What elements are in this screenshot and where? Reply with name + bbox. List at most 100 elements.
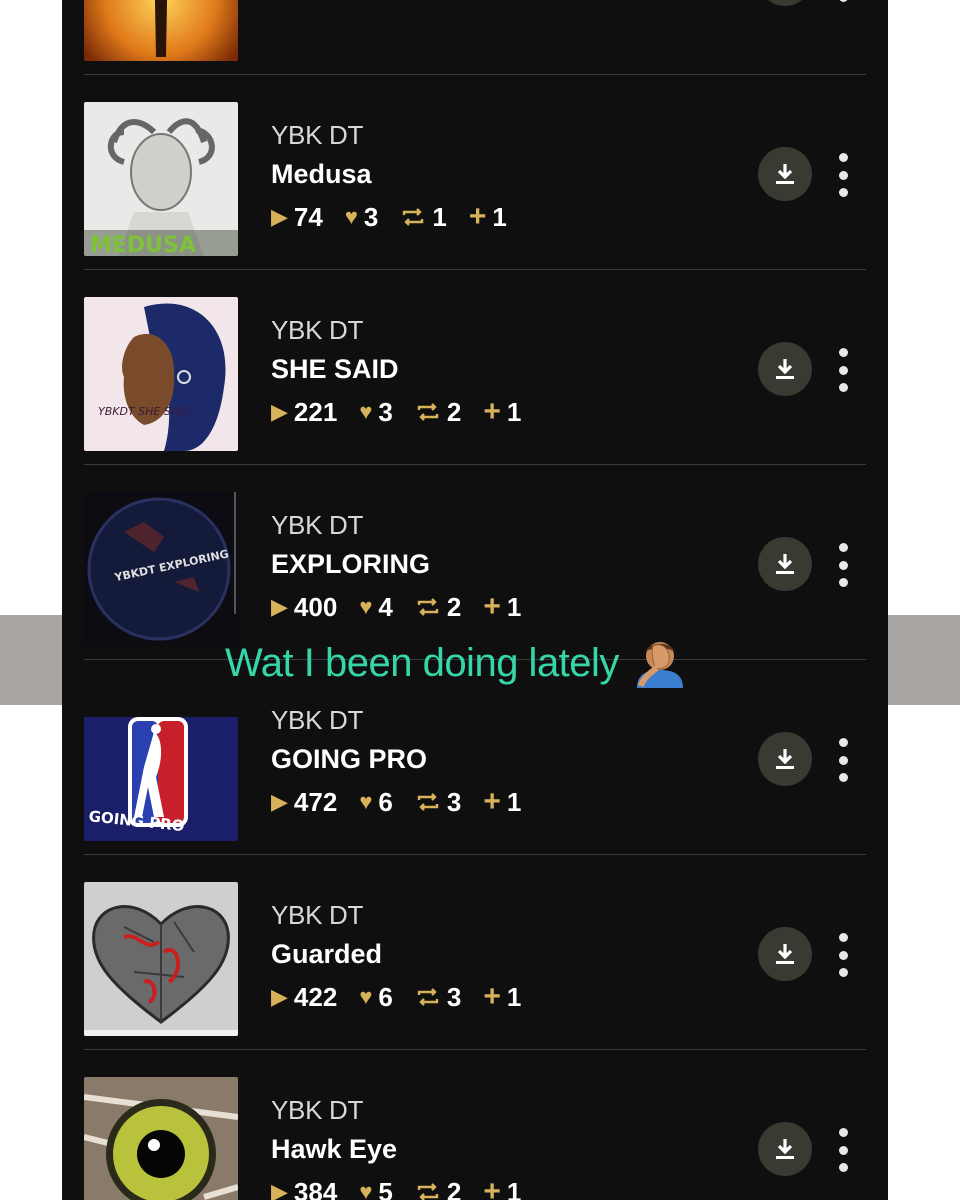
more-dot bbox=[838, 1128, 848, 1137]
track-row[interactable]: YBKDT EXPLORING YBK DT EXPLORING ▶ 400 ♥ 4… bbox=[84, 465, 866, 660]
download-icon bbox=[776, 164, 794, 184]
track-row[interactable]: ▶19 ♥2 +1 bbox=[84, 0, 866, 75]
repost-count: 2 bbox=[415, 1177, 461, 1200]
more-dot bbox=[838, 0, 848, 2]
track-title[interactable]: EXPLORING bbox=[271, 549, 543, 580]
play-count: ▶ 422 bbox=[271, 981, 338, 1012]
download-icon bbox=[776, 359, 794, 379]
track-artwork[interactable] bbox=[84, 882, 238, 1036]
track-row[interactable]: YBKDT SHE SAID YBK DT SHE SAID ▶ 221 ♥ 3 2… bbox=[84, 270, 866, 465]
more-dot bbox=[838, 968, 848, 977]
repost-icon bbox=[415, 403, 441, 421]
track-title[interactable]: Guarded bbox=[271, 939, 543, 970]
track-artist: YBK DT bbox=[271, 1095, 364, 1125]
more-dot bbox=[838, 383, 848, 392]
track-title[interactable]: GOING PRO bbox=[271, 744, 543, 775]
repost-count: 1 bbox=[400, 202, 447, 233]
heart-icon: ♥ bbox=[359, 594, 373, 619]
track-row[interactable]: YBK DT Hawk Eye ▶ 384 ♥ 5 2 +1 bbox=[84, 1050, 866, 1200]
add-count: +1 bbox=[483, 1175, 521, 1200]
track-artwork[interactable]: MEDUSA bbox=[84, 102, 238, 256]
play-count: ▶ 472 bbox=[271, 786, 338, 817]
track-title[interactable]: Medusa bbox=[271, 159, 529, 190]
caption-text: Wat I been doing lately bbox=[225, 640, 619, 685]
more-dot bbox=[838, 578, 848, 587]
more-dot bbox=[838, 950, 848, 960]
more-options-button[interactable] bbox=[836, 0, 850, 2]
add-count: +1 bbox=[483, 590, 522, 623]
track-artwork[interactable] bbox=[84, 0, 238, 61]
download-button[interactable] bbox=[758, 1122, 812, 1176]
more-dot bbox=[838, 543, 848, 552]
she-said-art: YBKDT SHE SAID bbox=[84, 297, 238, 451]
track-artwork[interactable] bbox=[84, 1077, 238, 1200]
track-title[interactable]: Hawk Eye bbox=[271, 1134, 543, 1165]
track-row[interactable]: YBK DT Guarded ▶ 422 ♥ 6 3 +1 bbox=[84, 855, 866, 1050]
hawk-eye-art bbox=[84, 1077, 238, 1200]
play-count: ▶ 221 bbox=[271, 396, 338, 427]
download-button[interactable] bbox=[758, 147, 812, 201]
more-dot bbox=[838, 738, 848, 747]
track-artwork[interactable]: YBKDT EXPLORING bbox=[84, 492, 238, 646]
like-count: ♥ 6 bbox=[359, 786, 393, 817]
like-count: ♥ 3 bbox=[344, 201, 379, 232]
track-title[interactable]: SHE SAID bbox=[271, 354, 543, 385]
track-row[interactable]: MEDUSA YBK DT Medusa ▶ 74 ♥ 3 1 +1 bbox=[84, 75, 866, 270]
play-count: ▶ 384 bbox=[271, 1177, 337, 1200]
track-list: ▶19 ♥2 +1 MEDUSA YBK D bbox=[62, 0, 888, 1200]
download-icon bbox=[776, 1139, 794, 1159]
more-dot bbox=[838, 365, 848, 375]
download-button[interactable] bbox=[758, 927, 812, 981]
more-options-button[interactable] bbox=[836, 738, 850, 782]
art-text: YBKDT SHE SAID bbox=[98, 405, 190, 418]
play-icon: ▶ bbox=[271, 789, 288, 814]
heart-icon: ♥ bbox=[359, 399, 373, 424]
play-icon: ▶ bbox=[271, 204, 288, 229]
download-icon bbox=[776, 554, 794, 574]
plus-icon: + bbox=[483, 590, 501, 623]
track-row[interactable]: GOING PRO YBK DT GOING PRO ▶ 472 ♥ 6 3 +1 bbox=[84, 660, 866, 855]
add-count: +1 bbox=[483, 395, 522, 428]
more-dot bbox=[838, 170, 848, 180]
more-options-button[interactable] bbox=[836, 543, 850, 587]
heart-icon: ♥ bbox=[344, 204, 358, 229]
story-caption: Wat I been doing lately bbox=[225, 638, 687, 688]
download-button[interactable] bbox=[758, 0, 812, 6]
medusa-art: MEDUSA bbox=[84, 102, 238, 256]
more-dot bbox=[838, 153, 848, 162]
track-artist: YBK DT bbox=[271, 705, 364, 735]
guarded-heart-art bbox=[84, 882, 238, 1036]
like-count: ♥ 4 bbox=[359, 591, 393, 622]
more-options-button[interactable] bbox=[836, 1128, 850, 1172]
more-options-button[interactable] bbox=[836, 933, 850, 977]
more-dot bbox=[838, 1163, 848, 1172]
plus-icon: + bbox=[483, 395, 501, 428]
more-dot bbox=[838, 188, 848, 197]
heart-icon: ♥ bbox=[359, 1179, 373, 1200]
download-button[interactable] bbox=[758, 537, 812, 591]
track-artist: YBK DT bbox=[271, 120, 364, 150]
more-dot bbox=[838, 755, 848, 765]
more-dot bbox=[838, 773, 848, 782]
going-pro-art: GOING PRO bbox=[84, 687, 238, 841]
play-icon: ▶ bbox=[271, 1179, 288, 1200]
track-artwork[interactable]: YBKDT SHE SAID bbox=[84, 297, 238, 451]
add-count: +1 bbox=[483, 785, 522, 818]
play-count: ▶ 74 bbox=[271, 201, 323, 232]
track-artwork[interactable]: GOING PRO bbox=[84, 687, 238, 841]
download-button[interactable] bbox=[758, 342, 812, 396]
plus-icon: + bbox=[483, 785, 501, 818]
download-icon bbox=[776, 749, 794, 769]
art-text: MEDUSA bbox=[90, 233, 196, 256]
like-count: ♥ 5 bbox=[359, 1177, 393, 1200]
like-count: ♥ 6 bbox=[359, 981, 393, 1012]
heart-icon: ♥ bbox=[359, 789, 373, 814]
more-options-button[interactable] bbox=[836, 153, 850, 197]
caption-band-left bbox=[0, 615, 64, 705]
more-options-button[interactable] bbox=[836, 348, 850, 392]
heart-icon: ♥ bbox=[359, 984, 373, 1009]
download-button[interactable] bbox=[758, 732, 812, 786]
play-icon: ▶ bbox=[271, 594, 288, 619]
repost-count: 2 bbox=[415, 592, 461, 623]
track-artist: YBK DT bbox=[271, 315, 364, 345]
